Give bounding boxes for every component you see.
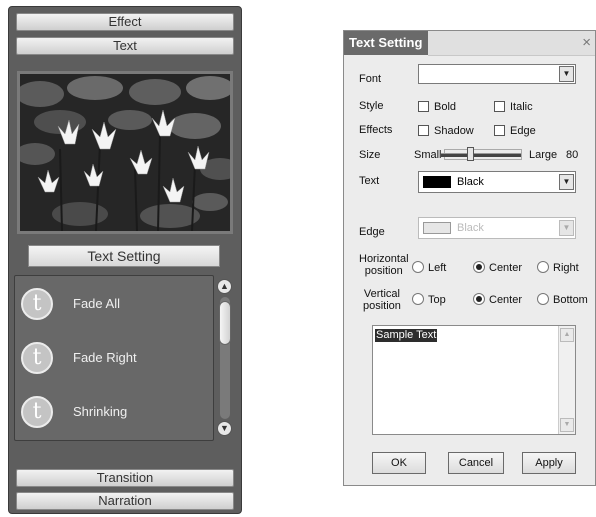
- italic-checkbox[interactable]: [494, 101, 505, 112]
- text-effects-list: t Fade All t Fade Right t Shrinking: [14, 275, 214, 441]
- style-label: Style: [359, 100, 384, 112]
- vertical-label-line1: Vertical: [363, 288, 400, 300]
- text-color-name: Black: [457, 176, 484, 188]
- size-large-label: Large: [529, 149, 558, 161]
- title-bar[interactable]: [428, 31, 595, 56]
- scroll-down-icon[interactable]: ▼: [217, 421, 232, 436]
- t-circle-icon: t: [21, 396, 53, 428]
- chevron-down-icon[interactable]: ▼: [559, 174, 574, 190]
- cancel-button[interactable]: Cancel: [448, 452, 504, 474]
- dialog-title: Text Setting: [344, 31, 428, 55]
- preview-image: [17, 71, 233, 234]
- h-left-radio[interactable]: [412, 261, 424, 273]
- size-slider-thumb[interactable]: [467, 147, 474, 161]
- shadow-checkbox[interactable]: [418, 125, 429, 136]
- tab-transition[interactable]: Transition: [16, 469, 234, 487]
- v-bottom-label: Bottom: [553, 294, 588, 306]
- list-item-fade-right[interactable]: t Fade Right: [15, 338, 205, 378]
- tab-text[interactable]: Text: [16, 37, 234, 55]
- h-center-label: Center: [489, 262, 523, 274]
- h-center-radio[interactable]: [473, 261, 485, 273]
- apply-button[interactable]: Apply: [522, 452, 576, 474]
- vertical-label-line2: position: [363, 300, 401, 312]
- edge-color-swatch: [423, 222, 451, 234]
- scroll-thumb[interactable]: [219, 301, 231, 345]
- shadow-label: Shadow: [434, 125, 474, 137]
- list-item-shrinking[interactable]: t Shrinking: [15, 392, 205, 432]
- bold-checkbox[interactable]: [418, 101, 429, 112]
- effects-label: Effects: [359, 124, 393, 136]
- bold-label: Bold: [434, 101, 457, 113]
- horizontal-label-line2: position: [364, 265, 403, 277]
- tab-effect[interactable]: Effect: [16, 13, 234, 31]
- effects-scrollbar[interactable]: ▲ ▼: [216, 279, 234, 439]
- italic-label: Italic: [510, 101, 533, 113]
- horizontal-position-label: Horizontal position: [359, 253, 409, 277]
- effect-label: Fade All: [73, 296, 120, 311]
- text-color-label: Text: [359, 175, 380, 187]
- text-color-select[interactable]: Black ▼: [418, 171, 576, 193]
- size-value: 80: [566, 149, 579, 161]
- scroll-up-icon[interactable]: ▲: [217, 279, 232, 294]
- edge-checkbox[interactable]: [494, 125, 505, 136]
- vertical-position-label: Vertical position: [363, 288, 401, 312]
- v-center-label: Center: [489, 294, 523, 306]
- scroll-up-icon[interactable]: ▲: [560, 328, 574, 342]
- horizontal-label-line1: Horizontal: [359, 253, 409, 265]
- font-select[interactable]: ▼: [418, 64, 576, 84]
- sample-text: Sample Text: [375, 329, 438, 342]
- edge-color-name: Black: [457, 222, 484, 234]
- effect-label: Fade Right: [73, 350, 137, 365]
- h-right-label: Right: [553, 262, 579, 274]
- size-label: Size: [359, 149, 381, 161]
- effects-panel: Effect Text Text Setting t Fade All t Fa…: [8, 6, 242, 514]
- edge-color-label: Edge: [359, 226, 385, 238]
- list-item-fade-all[interactable]: t Fade All: [15, 284, 205, 324]
- edge-color-select[interactable]: Black ▼: [418, 217, 576, 239]
- v-top-label: Top: [428, 294, 446, 306]
- sample-text-scrollbar[interactable]: ▲ ▼: [558, 326, 575, 434]
- t-circle-icon: t: [21, 288, 53, 320]
- scroll-down-icon[interactable]: ▼: [560, 418, 574, 432]
- v-top-radio[interactable]: [412, 293, 424, 305]
- t-circle-icon: t: [21, 342, 53, 374]
- size-slider-track[interactable]: [441, 153, 521, 157]
- font-label: Font: [359, 73, 382, 85]
- ok-button[interactable]: OK: [372, 452, 426, 474]
- h-left-label: Left: [428, 262, 447, 274]
- chevron-down-icon[interactable]: ▼: [559, 220, 574, 236]
- tab-narration[interactable]: Narration: [16, 492, 234, 510]
- effect-label: Shrinking: [73, 404, 128, 419]
- v-bottom-radio[interactable]: [537, 293, 549, 305]
- chevron-down-icon[interactable]: ▼: [559, 66, 574, 82]
- sample-text-area[interactable]: Sample Text ▲ ▼: [372, 325, 576, 435]
- h-right-radio[interactable]: [537, 261, 549, 273]
- water-lily-picture: [20, 74, 230, 231]
- v-center-radio[interactable]: [473, 293, 485, 305]
- size-small-label: Small: [414, 149, 442, 161]
- close-icon[interactable]: ×: [582, 34, 591, 51]
- text-color-swatch: [423, 176, 451, 188]
- edge-effect-label: Edge: [510, 125, 536, 137]
- text-setting-button[interactable]: Text Setting: [28, 245, 220, 267]
